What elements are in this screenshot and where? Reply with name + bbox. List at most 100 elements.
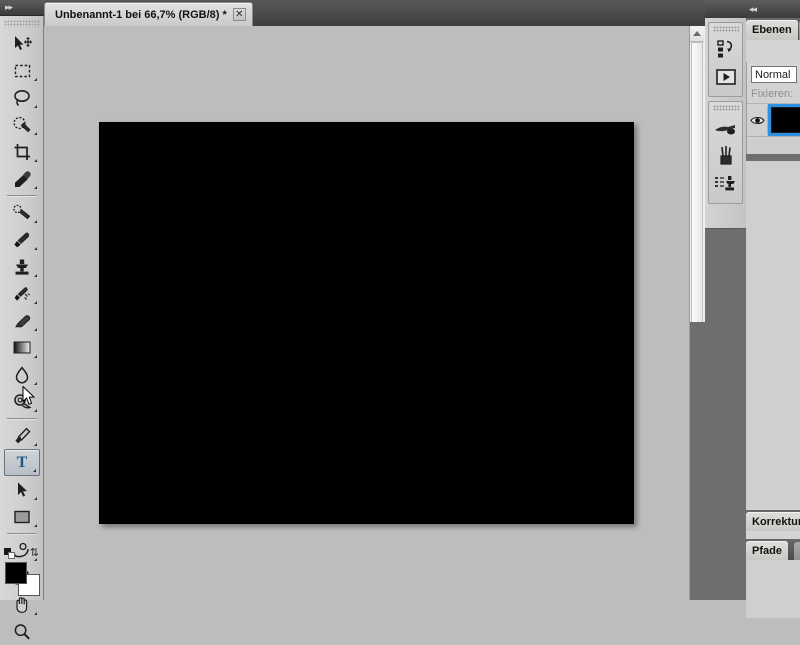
tool-dodge[interactable] [4,388,40,415]
tool-brush[interactable] [4,226,40,253]
tab-korrekturen-label: Korrekturen [752,515,800,528]
quick-selection-tool-icon [13,116,31,132]
tool-zoom[interactable] [4,618,40,645]
gradient-tool-icon [13,341,31,354]
history-panel-icon [716,40,732,58]
tab-pfade-label: Pfade [752,544,782,557]
rectangle-shape-tool-icon [14,510,30,523]
tab-ebenen-label: Ebenen [752,24,792,36]
tool-history-brush[interactable] [4,280,40,307]
foreground-color-swatch[interactable] [5,562,27,584]
eyedropper-tool-icon [15,170,31,187]
canvas-viewport[interactable] [44,26,705,600]
paths-panel-tabstrip: Pfade [746,539,800,560]
swap-colors-icon[interactable]: ⇅ [30,548,39,559]
crop-tool-icon [14,143,30,160]
expand-tools-icon[interactable]: ▸▸ [5,3,13,12]
collapse-dock-icon[interactable]: ◂◂ [749,4,757,15]
tool-blur[interactable] [4,361,40,388]
tool-pen[interactable] [4,422,40,449]
icon-dock-group-2 [708,101,743,204]
tool-rectangle-shape[interactable] [4,503,40,530]
brush-panel-button[interactable] [709,114,742,142]
actions-panel-button[interactable] [709,63,742,91]
document-area: Unbenannt-1 bei 66,7% (RGB/8) * ✕ [44,0,705,600]
tool-gradient[interactable] [4,334,40,361]
tool-flyout-indicator [34,247,37,250]
tool-lasso[interactable] [4,84,40,111]
tool-flyout-indicator [34,497,37,500]
default-colors-icon[interactable] [4,548,15,559]
layer-selected-row[interactable] [768,104,800,136]
icon-dock-group-1 [708,22,743,97]
eraser-tool-icon [15,314,31,327]
paths-panel-body [746,560,800,618]
layer-thumbnail[interactable] [771,107,800,133]
clone-source-panel-button[interactable] [709,170,742,198]
icon-dock-grip[interactable] [712,105,739,111]
dock-header[interactable]: ◂◂ [705,0,800,19]
brush-tool-icon [14,232,30,247]
tab-ebenen[interactable]: Ebenen [746,20,798,40]
layer-visibility-toggle[interactable] [747,105,768,135]
blur-tool-icon [15,365,29,383]
tool-presets-panel-button[interactable] [709,142,742,170]
move-tool-icon [15,35,32,50]
document-tab-title: Unbenannt-1 bei 66,7% (RGB/8) * [55,8,227,21]
clone-stamp-tool-icon [15,259,29,275]
tab-pfade[interactable]: Pfade [746,541,788,560]
dodge-tool-icon [14,393,32,408]
tool-flyout-indicator [34,382,37,385]
tool-type[interactable]: T [4,449,40,476]
history-panel-button[interactable] [709,35,742,63]
toolbar-divider [7,195,37,196]
toolbar-divider [7,533,37,534]
tool-eyedropper[interactable] [4,165,40,192]
scrollbar-thumb[interactable] [691,42,703,337]
panel-divider [746,154,800,161]
color-swatches: ⇅ [4,548,40,596]
eye-icon [749,116,765,124]
tool-crop[interactable] [4,138,40,165]
brush-presets-panel-icon [714,125,735,135]
icon-dock-grip[interactable] [712,26,739,32]
panel-column: Ebenen Normal Fixieren: Korrektur Pfade [746,18,800,618]
tool-flyout-indicator [34,328,37,331]
tool-presets-panel-icon [719,146,732,165]
tool-flyout-indicator [34,105,37,108]
tool-spot-healing-brush[interactable] [4,199,40,226]
table-row[interactable] [747,104,800,137]
tool-flyout-indicator [34,132,37,135]
tool-flyout-indicator [34,612,37,615]
lock-label: Fixieren: [751,88,794,100]
tool-flyout-indicator [34,524,37,527]
scroll-up-icon[interactable] [690,26,704,42]
layers-panel-body: Normal Fixieren: [746,62,800,154]
lasso-tool-icon [14,89,30,106]
tool-eraser[interactable] [4,307,40,334]
tool-path-selection[interactable] [4,476,40,503]
clone-source-panel-icon [714,176,735,191]
close-icon[interactable]: ✕ [232,8,246,21]
toolbar-divider [7,418,37,419]
hand-tool-icon [16,596,28,613]
document-tab[interactable]: Unbenannt-1 bei 66,7% (RGB/8) * ✕ [44,2,253,26]
tool-move[interactable] [4,30,40,57]
tab-korrekturen[interactable]: Korrekturen [746,512,800,531]
image-canvas[interactable] [99,122,634,524]
pen-tool-icon [15,427,31,443]
icon-dock [705,18,747,600]
tools-panel-grip[interactable] [4,20,40,27]
tool-clone-stamp[interactable] [4,253,40,280]
layers-panel-list-area[interactable] [746,161,800,510]
tools-panel-header[interactable]: ▸▸ [0,0,44,16]
spot-healing-brush-tool-icon [13,204,31,219]
blend-mode-select[interactable]: Normal [751,66,797,83]
tool-flyout-indicator [34,443,37,446]
tool-quick-selection[interactable] [4,111,40,138]
tab-pfade-sibling[interactable] [794,542,800,560]
rectangular-marquee-tool-icon [14,64,30,77]
blend-mode-value: Normal [755,68,791,81]
scrollbar-track-end [690,322,705,600]
tool-rectangular-marquee[interactable] [4,57,40,84]
